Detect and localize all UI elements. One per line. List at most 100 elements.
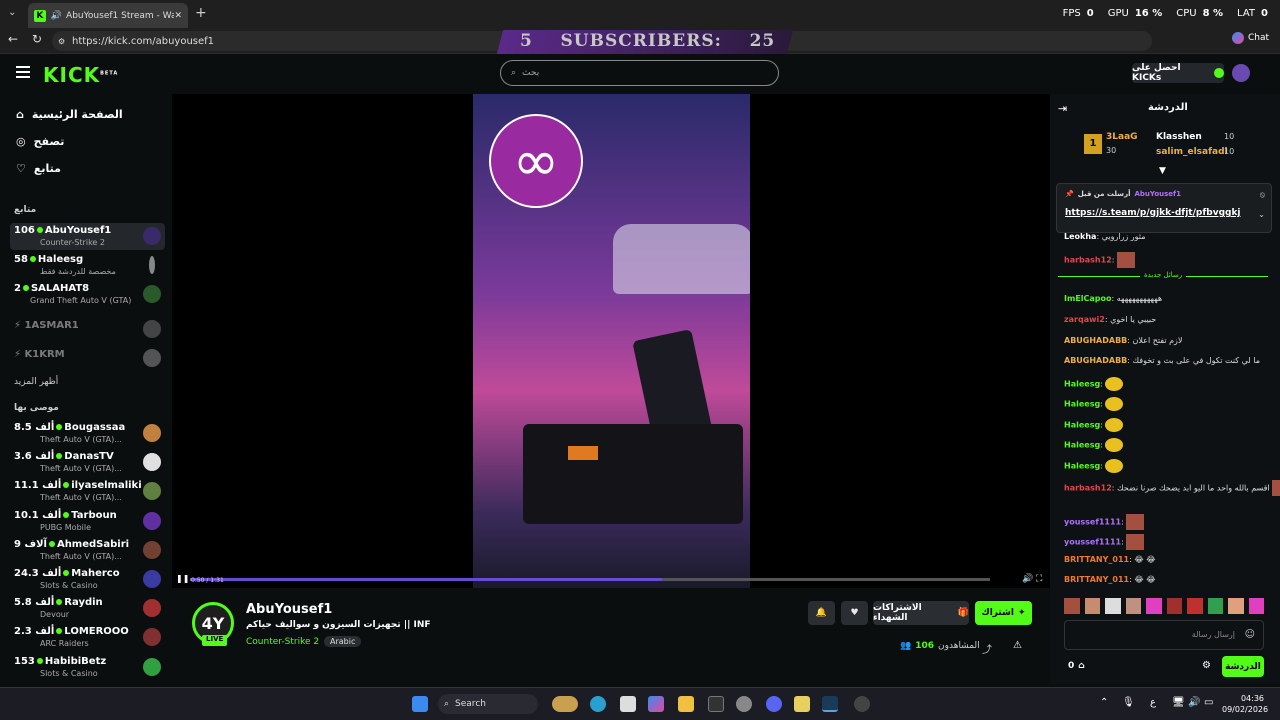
reload-icon[interactable]: ↻ bbox=[32, 32, 42, 46]
show-more-link[interactable]: أظهر المزيد bbox=[14, 377, 58, 387]
channel-name[interactable]: AbuYousef1 bbox=[246, 602, 332, 617]
settings-icon[interactable] bbox=[736, 696, 752, 712]
emote-icon[interactable] bbox=[1146, 598, 1162, 614]
sidebar-channel[interactable]: 11.1 ألف ilyaselmaliki Theft Auto V (GTA).… bbox=[10, 478, 165, 505]
sidebar-channel[interactable]: 10.1 ألف Tarboun PUBG Mobile bbox=[10, 508, 165, 535]
menu-icon[interactable] bbox=[16, 66, 30, 78]
sidebar-channel-offline[interactable]: ⚡ 1ASMAR1 bbox=[10, 316, 165, 343]
expand-leaderboard-icon[interactable]: ▼ bbox=[1159, 166, 1166, 176]
chat-message[interactable]: harbash12: اقسم بالله واحد ما اليو ابد ي… bbox=[1064, 480, 1280, 496]
steam-icon[interactable] bbox=[822, 696, 838, 712]
kick-logo[interactable]: KICKBETA bbox=[43, 63, 118, 87]
taskbar-search[interactable]: ⌕ Search bbox=[438, 694, 538, 714]
chat-username[interactable]: Haleesg bbox=[1064, 400, 1100, 409]
site-info-icon[interactable]: ⚙ bbox=[58, 37, 65, 46]
sidebar-channel[interactable]: 9 آلاف AhmedSabiri Theft Auto V (GTA)... bbox=[10, 537, 165, 564]
get-kicks-button[interactable]: احصل على KICKs bbox=[1132, 63, 1224, 83]
nav-home[interactable]: ⌂ الصفحة الرئيسية bbox=[16, 108, 123, 121]
chat-username[interactable]: BRITTANY_011 bbox=[1064, 575, 1129, 584]
sidebar-channel[interactable]: 3.6 ألف DanasTV Theft Auto V (GTA)... bbox=[10, 449, 165, 476]
emote-icon[interactable] bbox=[1207, 598, 1223, 614]
pinned-link[interactable]: https://s.team/p/gjkk-dfjt/pfbvggkj bbox=[1065, 208, 1241, 218]
chat-message[interactable]: BRITTANY_011: 😂 😂 bbox=[1064, 575, 1156, 584]
fullscreen-icon[interactable]: ⛶ bbox=[1036, 574, 1042, 584]
microphone-icon[interactable]: 🎙 bbox=[1122, 697, 1135, 708]
sidebar-channel[interactable]: 5.8 ألف Raydin Devour bbox=[10, 595, 165, 622]
chat-input[interactable]: إرسال رسالة ☺ bbox=[1064, 620, 1264, 650]
emote-icon[interactable] bbox=[1166, 598, 1182, 614]
clock[interactable]: 04:36 09/02/2026 bbox=[1222, 693, 1268, 715]
chat-username[interactable]: harbash12 bbox=[1064, 484, 1112, 493]
emote-icon[interactable] bbox=[1105, 598, 1121, 614]
nav-browse[interactable]: ◎ تصفح bbox=[16, 135, 64, 148]
chat-message[interactable]: BRITTANY_011: 😂 😂 bbox=[1064, 555, 1156, 564]
edge-icon[interactable] bbox=[590, 696, 606, 712]
notes-icon[interactable] bbox=[794, 696, 810, 712]
chat-username[interactable]: youssef1111 bbox=[1064, 518, 1121, 527]
share-icon[interactable]: ⤴ bbox=[982, 641, 992, 656]
emote-icon[interactable] bbox=[1125, 598, 1141, 614]
search-input[interactable]: ⌕ بحث bbox=[500, 60, 779, 86]
battery-icon[interactable]: ▭ bbox=[1204, 697, 1213, 708]
sidebar-channel[interactable]: 8.5 ألف Bougassaa Theft Auto V (GTA)... bbox=[10, 420, 165, 447]
back-icon[interactable]: ← bbox=[8, 32, 18, 46]
chevron-down-icon[interactable]: ⌄ bbox=[1258, 210, 1265, 219]
chat-username[interactable]: Haleesg bbox=[1064, 441, 1100, 450]
chat-message[interactable]: Haleesg: bbox=[1064, 438, 1124, 452]
stream-category[interactable]: Counter-Strike 2 bbox=[246, 637, 319, 647]
emote-icon[interactable] bbox=[1084, 598, 1100, 614]
chat-username[interactable]: Haleesg bbox=[1064, 462, 1100, 471]
chat-message[interactable]: Haleesg: bbox=[1064, 397, 1124, 411]
sidebar-channel[interactable]: 2 SALAHAT8 Grand Theft Auto V (GTA) bbox=[10, 281, 165, 308]
volume-icon[interactable]: 🔊 bbox=[1188, 697, 1200, 708]
chat-username[interactable]: ABUGHADABB bbox=[1064, 356, 1127, 365]
send-chat-button[interactable]: الدردشة bbox=[1222, 656, 1264, 677]
tray-chevron-icon[interactable]: ⌃ bbox=[1100, 697, 1108, 708]
kicks-balance[interactable]: 0 ⌂ bbox=[1068, 661, 1085, 671]
emote-icon[interactable] bbox=[1228, 598, 1244, 614]
notify-button[interactable]: 🔔 bbox=[808, 601, 835, 625]
pause-icon[interactable]: ❚❚ bbox=[176, 574, 189, 583]
chat-message[interactable]: Haleesg: bbox=[1064, 377, 1124, 391]
user-avatar[interactable] bbox=[1232, 64, 1250, 82]
close-tab-icon[interactable]: ✕ bbox=[174, 11, 182, 21]
epic-games-icon[interactable] bbox=[708, 696, 724, 712]
sidebar-channel[interactable]: 106 AbuYousef1 Counter-Strike 2 bbox=[10, 223, 165, 250]
new-tab-icon[interactable]: + bbox=[195, 5, 207, 21]
follow-button[interactable]: ♥ bbox=[841, 601, 868, 625]
sidebar-channel[interactable]: 153 HabibiBetz Slots & Casino bbox=[10, 654, 165, 681]
chat-username[interactable]: Haleesg bbox=[1064, 421, 1100, 430]
leader-name[interactable]: 3LaaG bbox=[1106, 132, 1138, 142]
chat-message[interactable]: Haleesg: bbox=[1064, 459, 1124, 473]
language-indicator[interactable]: ع bbox=[1150, 697, 1156, 708]
chat-message[interactable]: zarqawi2: حبيبي يا اخوي bbox=[1064, 315, 1156, 324]
store-icon[interactable] bbox=[620, 696, 636, 712]
sidebar-channel[interactable]: 58 Haleesg مخصصة للدردشة فقط bbox=[10, 252, 165, 279]
nav-following[interactable]: ♡ متابع bbox=[16, 162, 61, 175]
chat-settings-icon[interactable]: ⚙ bbox=[1202, 660, 1211, 671]
chat-message[interactable]: ImElCapoo: هههههههههههه bbox=[1064, 294, 1162, 303]
emote-icon[interactable] bbox=[1064, 598, 1080, 614]
emoji-icon[interactable]: ☺ bbox=[1245, 629, 1255, 640]
volume-icon[interactable]: 🔊 bbox=[1022, 574, 1033, 584]
chat-username[interactable]: Leokha bbox=[1064, 232, 1096, 241]
chat-message[interactable]: Haleesg: bbox=[1064, 418, 1124, 432]
tab-list-icon[interactable]: ⌄ bbox=[8, 7, 20, 19]
chat-username[interactable]: ABUGHADABB bbox=[1064, 336, 1127, 345]
chat-message[interactable]: Leokha: مثور زرارويي bbox=[1064, 232, 1146, 241]
copilot-icon[interactable] bbox=[648, 696, 664, 712]
emote-icon[interactable] bbox=[1187, 598, 1203, 614]
sidebar-channel[interactable]: 24.3 ألف Maherco Slots & Casino bbox=[10, 566, 165, 593]
chat-message[interactable]: ABUGHADABB: ما لي كنت تكول في على بث و ت… bbox=[1064, 356, 1260, 365]
chat-username[interactable]: zarqawi2 bbox=[1064, 315, 1105, 324]
file-explorer-icon[interactable] bbox=[678, 696, 694, 712]
sidebar-channel-offline[interactable]: ⚡ K1KRM bbox=[10, 345, 165, 372]
language-tag[interactable]: Arabic bbox=[324, 636, 362, 647]
pinned-message[interactable]: 📌 أرسلت من قبل AbuYousef1 https://s.team… bbox=[1056, 183, 1272, 233]
windows-start-icon[interactable] bbox=[412, 696, 428, 712]
leader-name[interactable]: salim_elsafadi bbox=[1156, 147, 1228, 157]
chat-message[interactable]: harbash12: bbox=[1064, 252, 1136, 268]
report-icon[interactable]: ⚠ bbox=[1013, 640, 1022, 651]
chat-message[interactable]: youssef1111: bbox=[1064, 534, 1145, 550]
emote-icon[interactable] bbox=[1248, 598, 1264, 614]
